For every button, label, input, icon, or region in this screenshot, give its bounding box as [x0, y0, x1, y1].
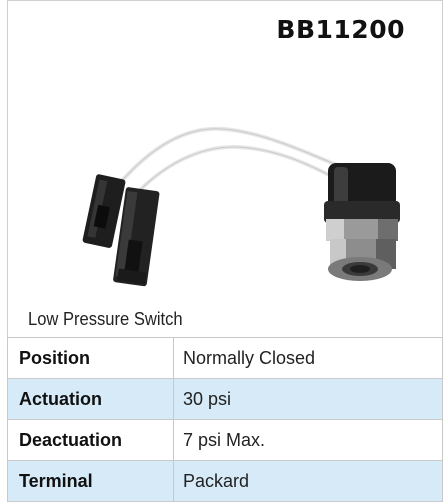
spec-row-deactuation: Deactuation 7 psi Max.	[7, 419, 443, 461]
spec-row-terminal: Terminal Packard	[7, 460, 443, 502]
spec-row-position: Position Normally Closed	[7, 337, 443, 379]
spec-value: Packard	[173, 460, 443, 502]
spec-label: Terminal	[7, 460, 174, 502]
product-card: BB11200 Low Pressure Switch Position Nor…	[0, 0, 443, 502]
spec-value: 30 psi	[173, 378, 443, 420]
pressure-switch-image	[82, 126, 400, 287]
spec-label: Deactuation	[7, 419, 174, 461]
product-caption: Low Pressure Switch	[28, 309, 183, 329]
spec-label: Actuation	[7, 378, 174, 420]
spec-row-actuation: Actuation 30 psi	[7, 378, 443, 420]
spec-value: Normally Closed	[173, 337, 443, 379]
product-photo-area: BB11200 Low Pressure Switch	[7, 0, 443, 337]
spec-label: Position	[7, 337, 174, 379]
spec-value: 7 psi Max.	[173, 419, 443, 461]
spec-table: Position Normally Closed Actuation 30 ps…	[7, 337, 443, 502]
